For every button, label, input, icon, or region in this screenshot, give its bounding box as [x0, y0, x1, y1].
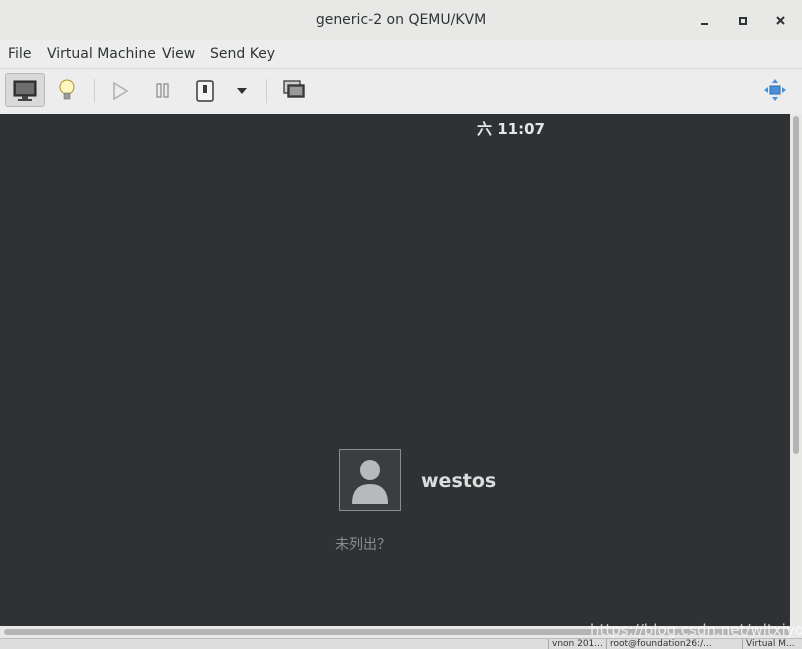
maximize-icon	[739, 17, 747, 25]
shutdown-button[interactable]	[186, 73, 226, 107]
minimize-icon	[701, 23, 708, 25]
snapshots-icon	[283, 80, 305, 98]
show-console-button[interactable]	[5, 73, 45, 107]
close-button[interactable]	[772, 12, 790, 30]
taskbar-item[interactable]: root@foundation26:/...	[606, 639, 740, 649]
user-icon	[352, 460, 388, 504]
vm-viewer-window: generic-2 on QEMU/KVM File Virtual Machi…	[0, 0, 802, 649]
user-avatar[interactable]	[339, 449, 401, 511]
show-details-button[interactable]	[47, 73, 87, 107]
taskbar: vnon 201... root@foundation26:/... Virtu…	[0, 638, 802, 649]
power-icon	[196, 80, 214, 102]
taskbar-item[interactable]: Virtual M...	[742, 639, 802, 649]
taskbar-item[interactable]: vnon 201...	[548, 639, 604, 649]
menu-bar: File Virtual Machine View Send Key	[0, 40, 802, 69]
clock[interactable]: 六 11:07	[477, 118, 545, 139]
vertical-scrollbar-thumb[interactable]	[793, 116, 799, 454]
fullscreen-icon	[764, 79, 786, 101]
menu-view[interactable]: View	[162, 46, 195, 62]
snapshots-button[interactable]	[274, 73, 314, 107]
pause-icon	[156, 83, 169, 98]
close-icon	[776, 16, 785, 25]
user-name[interactable]: westos	[421, 470, 496, 492]
pause-button[interactable]	[143, 73, 183, 107]
menu-send-key[interactable]: Send Key	[210, 46, 275, 62]
monitor-icon	[13, 80, 37, 101]
dropdown-arrow-icon	[237, 88, 247, 94]
shutdown-dropdown-button[interactable]	[224, 73, 260, 107]
vm-display[interactable]: 六 11:07 westos 未列出？	[0, 114, 790, 626]
toolbar-separator	[266, 79, 267, 103]
menu-file[interactable]: File	[8, 46, 31, 62]
fullscreen-button[interactable]	[755, 73, 795, 107]
play-icon	[113, 81, 129, 101]
run-button[interactable]	[100, 73, 140, 107]
watermark: https://blog.csdn.net/wltxiyou	[590, 621, 802, 639]
vertical-scrollbar[interactable]	[790, 114, 802, 626]
window-title: generic-2 on QEMU/KVM	[315, 12, 487, 28]
toolbar-separator	[94, 79, 95, 103]
maximize-button[interactable]	[734, 12, 752, 30]
toolbar	[0, 69, 802, 115]
not-listed-link[interactable]: 未列出？	[335, 534, 391, 554]
title-bar[interactable]: generic-2 on QEMU/KVM	[0, 0, 802, 40]
minimize-button[interactable]	[696, 12, 714, 30]
lightbulb-icon	[59, 79, 75, 100]
menu-virtual-machine[interactable]: Virtual Machine	[47, 46, 156, 62]
